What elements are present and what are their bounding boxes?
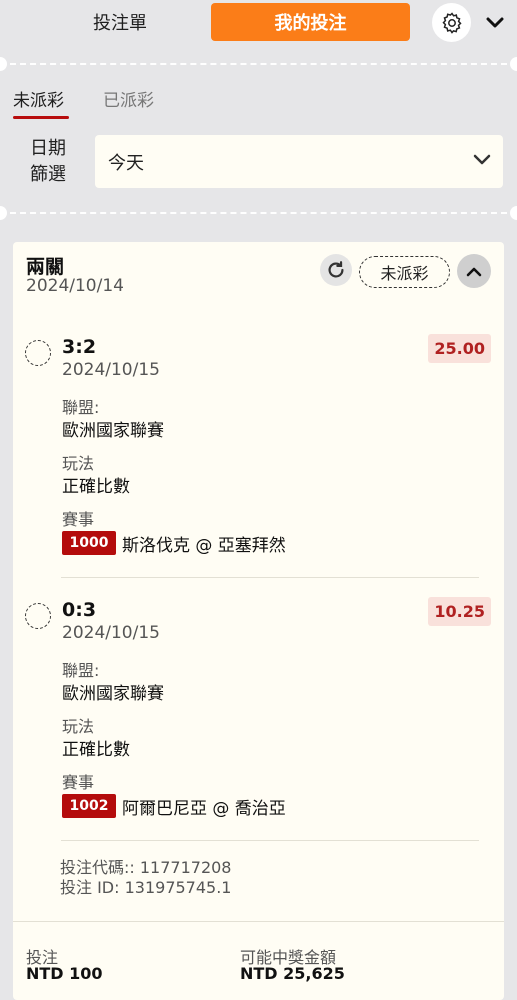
- match-number-badge: 1002: [62, 794, 116, 818]
- status-badge: 未派彩: [359, 256, 450, 288]
- bet-id: 投注 ID: 131975745.1: [60, 878, 232, 897]
- selection-date: 2024/10/15: [62, 360, 160, 380]
- bet-card: 兩關 2024/10/14 未派彩 3:2 2024/10/15 25.00 聯…: [13, 242, 504, 1000]
- chevron-down-icon[interactable]: [484, 12, 506, 34]
- divider: [0, 57, 517, 71]
- match-name: 阿爾巴尼亞 @ 喬治亞: [122, 799, 286, 819]
- chevron-up-icon[interactable]: [457, 254, 491, 288]
- market-value: 正確比數: [62, 740, 130, 760]
- market-label: 玩法: [62, 717, 95, 736]
- date-filter-label-line1: 日期: [30, 138, 66, 159]
- active-tab-indicator: [13, 116, 69, 119]
- league-label: 聯盟:: [62, 661, 100, 680]
- market-label: 玩法: [62, 454, 95, 473]
- divider: [61, 577, 479, 578]
- tab-unsettled[interactable]: 未派彩: [13, 86, 64, 111]
- chevron-down-icon: [473, 151, 491, 170]
- selection-status-icon: [25, 603, 51, 629]
- potential-payout-value: NTD 25,625: [240, 964, 345, 983]
- market-value: 正確比數: [62, 477, 130, 497]
- bet-type: 兩關: [26, 256, 65, 278]
- selection-date: 2024/10/15: [62, 623, 160, 643]
- refresh-icon[interactable]: [320, 254, 352, 286]
- selection-score: 3:2: [62, 336, 97, 358]
- match-name: 斯洛伐克 @ 亞塞拜然: [122, 536, 286, 556]
- tab-my-bets[interactable]: 我的投注: [211, 3, 410, 41]
- date-filter-select[interactable]: 今天: [95, 135, 503, 188]
- selection-status-icon: [25, 340, 51, 366]
- stake-value: NTD 100: [26, 964, 103, 983]
- event-label: 賽事: [62, 773, 95, 792]
- gear-icon[interactable]: [432, 3, 471, 42]
- top-bar: 投注單 我的投注: [0, 0, 517, 46]
- league-value: 歐洲國家聯賽: [62, 421, 164, 441]
- match-number-badge: 1000: [62, 531, 116, 555]
- selection-score: 0:3: [62, 599, 97, 621]
- tab-betslip[interactable]: 投注單: [60, 3, 180, 41]
- bet-codes: 投注代碼:: 117717208 投注 ID: 131975745.1: [60, 858, 232, 898]
- divider: [13, 921, 504, 922]
- bet-date: 2024/10/14: [26, 276, 124, 296]
- tab-settled[interactable]: 已派彩: [103, 86, 154, 111]
- event-label: 賽事: [62, 510, 95, 529]
- selection-odds: 25.00: [428, 334, 491, 363]
- divider: [61, 840, 479, 841]
- date-filter-label: 日期 篩選: [28, 136, 68, 188]
- selection-odds: 10.25: [428, 597, 491, 626]
- date-filter-label-line2: 篩選: [30, 164, 66, 185]
- divider: [0, 206, 517, 220]
- league-label: 聯盟:: [62, 398, 100, 417]
- date-filter-value: 今天: [108, 153, 144, 174]
- bet-code: 投注代碼:: 117717208: [60, 858, 232, 877]
- league-value: 歐洲國家聯賽: [62, 684, 164, 704]
